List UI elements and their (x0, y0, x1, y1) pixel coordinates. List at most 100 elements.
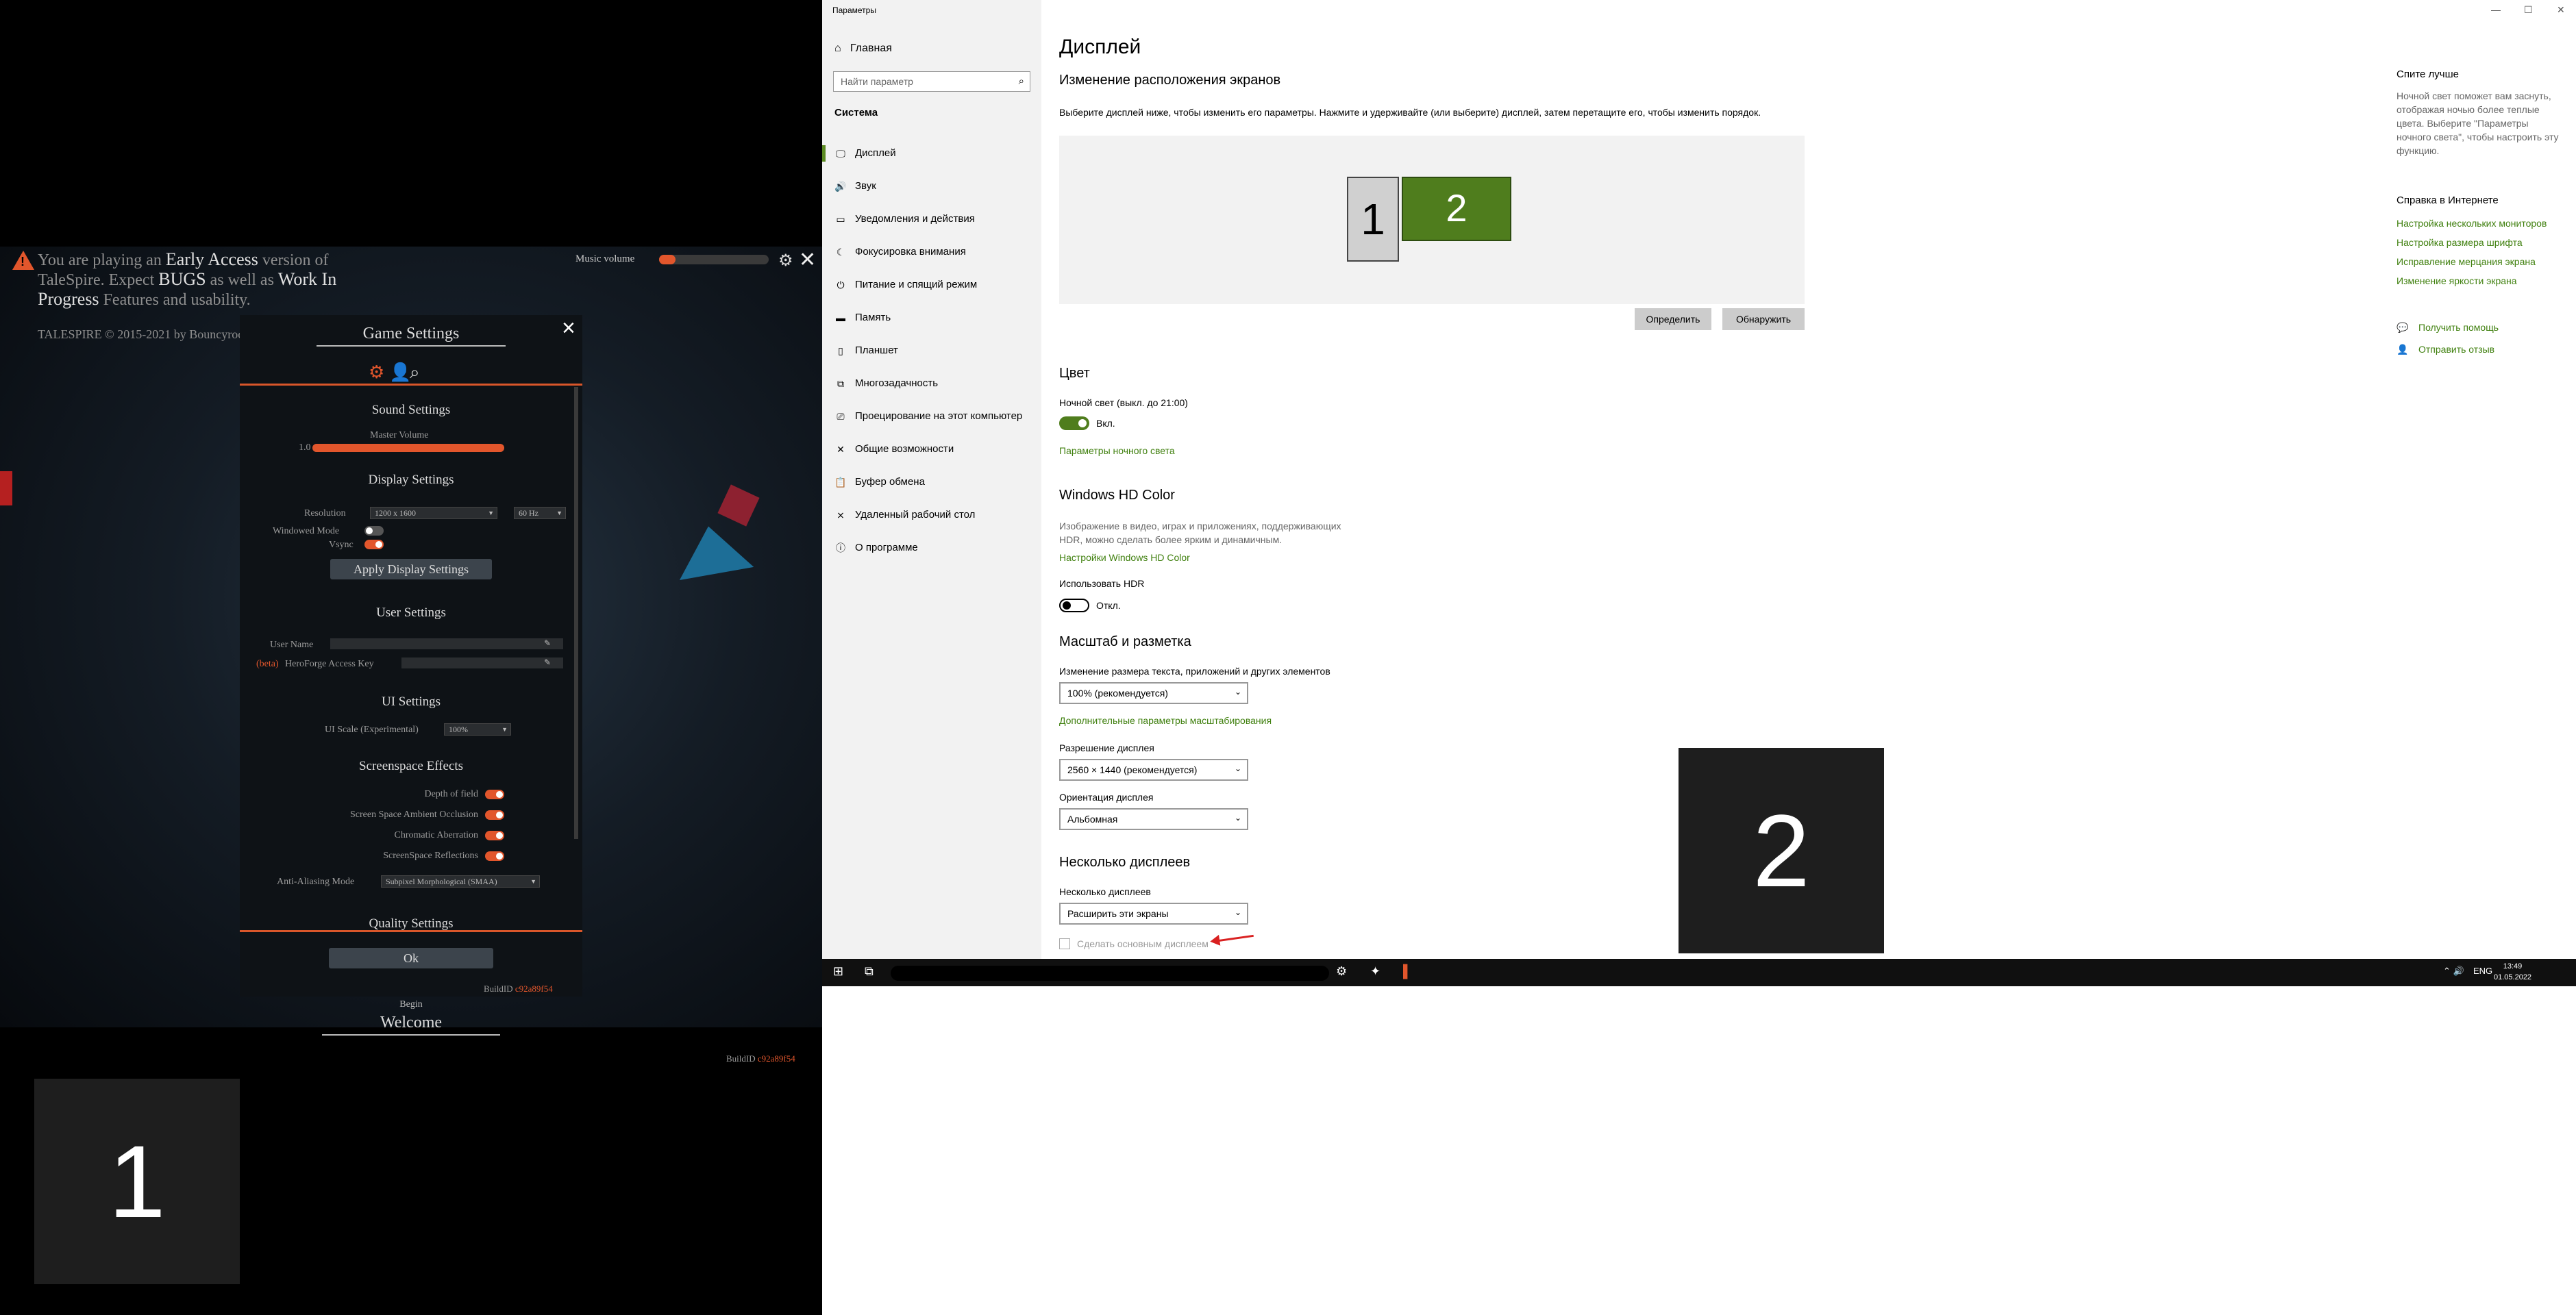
ok-button[interactable]: Ok (329, 948, 493, 968)
begin-label: Begin (399, 999, 423, 1010)
music-volume-label: Music volume (575, 253, 635, 264)
multitasking-icon: ⧉ (837, 378, 844, 389)
talespire-app-icon[interactable]: ▌ (1403, 964, 1412, 979)
monitor-2[interactable]: 2 (1402, 177, 1511, 241)
ui-settings-title: UI Settings (381, 694, 441, 709)
hd-color-title: Windows HD Color (1059, 488, 1175, 503)
hdr-toggle[interactable] (1059, 599, 1089, 612)
arrangement-title: Изменение расположения экранов (1059, 73, 1281, 88)
hd-color-link[interactable]: Настройки Windows HD Color (1059, 552, 1190, 563)
refresh-dropdown[interactable]: 60 Hz ▼ (514, 507, 566, 519)
night-light-settings-link[interactable]: Параметры ночного света (1059, 445, 1175, 456)
build-id: BuildID c92a89f54 (484, 984, 553, 994)
search-input[interactable]: Найти параметр ⌕ (833, 71, 1030, 92)
master-volume-value: 1.0 (299, 442, 311, 453)
tray-icons[interactable]: ⌃ 🔊 (2443, 966, 2464, 977)
early-access-notice: You are playing an Early Access version … (38, 249, 337, 310)
feedback-link[interactable]: Отправить отзыв (2418, 344, 2494, 355)
identify-button[interactable]: Определить (1635, 308, 1711, 330)
panel-close-icon[interactable]: × (562, 315, 575, 342)
maximize-icon[interactable]: ☐ (2524, 4, 2533, 16)
resolution-dropdown[interactable]: 1200 x 1600 ▼ (370, 507, 497, 519)
vsync-toggle[interactable] (364, 540, 384, 549)
edit-icon[interactable]: ✎ (544, 658, 551, 667)
advanced-scaling-link[interactable]: Дополнительные параметры масштабирования (1059, 715, 1272, 726)
settings-app-icon[interactable]: ⚙ (1336, 964, 1347, 979)
sidebar-item-multitasking[interactable]: ⧉ Многозадачность (822, 367, 1041, 400)
close-window-icon[interactable]: ✕ (2557, 4, 2565, 16)
user-name-field[interactable] (330, 638, 563, 649)
windowed-toggle[interactable] (364, 526, 384, 536)
sidebar-item-remote-desktop[interactable]: ⨯ Удаленный рабочий стол (822, 499, 1041, 531)
effect-toggle[interactable] (485, 831, 504, 840)
chevron-down-icon: ⌄ (1234, 687, 1241, 697)
edit-icon[interactable]: ✎ (544, 638, 551, 648)
game-app-icon[interactable]: ✦ (1370, 964, 1380, 979)
sidebar-item-focus[interactable]: ☾ Фокусировка внимания (822, 236, 1041, 268)
orientation-dropdown[interactable]: Альбомная ⌄ (1059, 808, 1248, 830)
settings-gear-icon[interactable]: ⚙ (778, 251, 793, 271)
sidebar-item-tablet[interactable]: ▯ Планшет (822, 334, 1041, 367)
apply-display-settings-button[interactable]: Apply Display Settings (330, 559, 492, 579)
close-icon[interactable]: ✕ (799, 248, 816, 272)
minimize-icon[interactable]: — (2491, 4, 2501, 15)
sidebar-item-shared-experiences[interactable]: ✕ Общие возможности (822, 433, 1041, 466)
ui-scale-dropdown[interactable]: 100% ▼ (444, 723, 511, 736)
music-volume-slider[interactable] (659, 255, 769, 264)
taskbar: ⊞ ⧉ ⚙ ✦ ▌ ⌃ 🔊 ENG 13:49 01.05.2022 (822, 959, 2576, 986)
master-volume-fill (312, 444, 504, 452)
sidebar-item-clipboard[interactable]: 📋 Буфер обмена (822, 466, 1041, 499)
clock[interactable]: 13:49 01.05.2022 (2494, 961, 2531, 983)
night-light-label: Ночной свет (выкл. до 21:00) (1059, 397, 1188, 408)
scale-dropdown[interactable]: 100% (рекомендуется) ⌄ (1059, 682, 1248, 704)
task-view-icon[interactable]: ⧉ (865, 964, 874, 979)
quality-settings-title: Quality Settings (369, 916, 454, 931)
sidebar-item-label: Буфер обмена (855, 476, 925, 488)
get-help-link[interactable]: Получить помощь (2418, 322, 2499, 333)
help-link[interactable]: Исправление мерцания экрана (2397, 256, 2536, 267)
effect-toggle[interactable] (485, 790, 504, 799)
monitor-1[interactable]: 1 (1347, 177, 1399, 262)
projecting-icon: ⎚ (837, 411, 845, 422)
sidebar-item-storage[interactable]: ▬ Память (822, 301, 1041, 334)
arrangement-desc: Выберите дисплей ниже, чтобы изменить ег… (1059, 107, 1761, 118)
home-link[interactable]: ⌂ Главная (834, 42, 892, 55)
effect-label: ScreenSpace Reflections (383, 851, 478, 861)
heroforge-field[interactable] (401, 658, 563, 668)
user-tab-icon[interactable]: 👤 (389, 362, 411, 383)
sidebar-item-projecting[interactable]: ⎚ Проецирование на этот компьютер (822, 400, 1041, 433)
detect-button[interactable]: Обнаружить (1722, 308, 1805, 330)
identify-overlay-2: 2 (1679, 748, 1884, 953)
language-indicator[interactable]: ENG (2473, 966, 2492, 976)
aa-mode-dropdown[interactable]: Subpixel Morphological (SMAA) ▼ (381, 875, 540, 888)
help-link[interactable]: Настройка размера шрифта (2397, 237, 2523, 248)
multi-display-dropdown[interactable]: Расширить эти экраны ⌄ (1059, 903, 1248, 925)
sidebar-item-power[interactable]: ⏻ Питание и спящий режим (822, 268, 1041, 301)
sidebar-item-monitor[interactable]: 🖵 Дисплей (822, 137, 1041, 170)
speaker-icon: 🔊 (834, 181, 847, 192)
make-main-checkbox[interactable] (1059, 938, 1070, 949)
user-settings-title: User Settings (376, 605, 446, 620)
notifications-icon: ▭ (836, 214, 845, 225)
search-icon: ⌕ (1018, 75, 1024, 87)
info-icon: ⓘ (836, 542, 845, 553)
help-link[interactable]: Настройка нескольких мониторов (2397, 218, 2547, 229)
sidebar-item-label: Многозадачность (855, 377, 939, 389)
ui-scale-label: UI Scale (Experimental) (325, 725, 419, 735)
heroforge-label: HeroForge Access Key (285, 659, 374, 669)
night-light-toggle[interactable] (1059, 416, 1089, 430)
sidebar-item-info[interactable]: ⓘ О программе (822, 531, 1041, 564)
sidebar-item-label: Удаленный рабочий стол (855, 509, 976, 521)
vsync-label: Vsync (329, 540, 354, 550)
shared-experiences-icon: ✕ (837, 444, 845, 455)
settings-tab-icon[interactable]: ⚙ (369, 362, 384, 383)
resolution-dropdown[interactable]: 2560 × 1440 (рекомендуется) ⌄ (1059, 759, 1248, 781)
effect-toggle[interactable] (485, 851, 504, 861)
effect-toggle[interactable] (485, 810, 504, 820)
sidebar-item-speaker[interactable]: 🔊 Звук (822, 170, 1041, 203)
sidebar-item-notifications[interactable]: ▭ Уведомления и действия (822, 203, 1041, 236)
start-icon[interactable]: ⊞ (833, 964, 843, 979)
search-tab-icon[interactable]: ⌕ (410, 362, 420, 384)
help-link[interactable]: Изменение яркости экрана (2397, 275, 2517, 286)
welcome-button[interactable]: Welcome (315, 1014, 507, 1032)
